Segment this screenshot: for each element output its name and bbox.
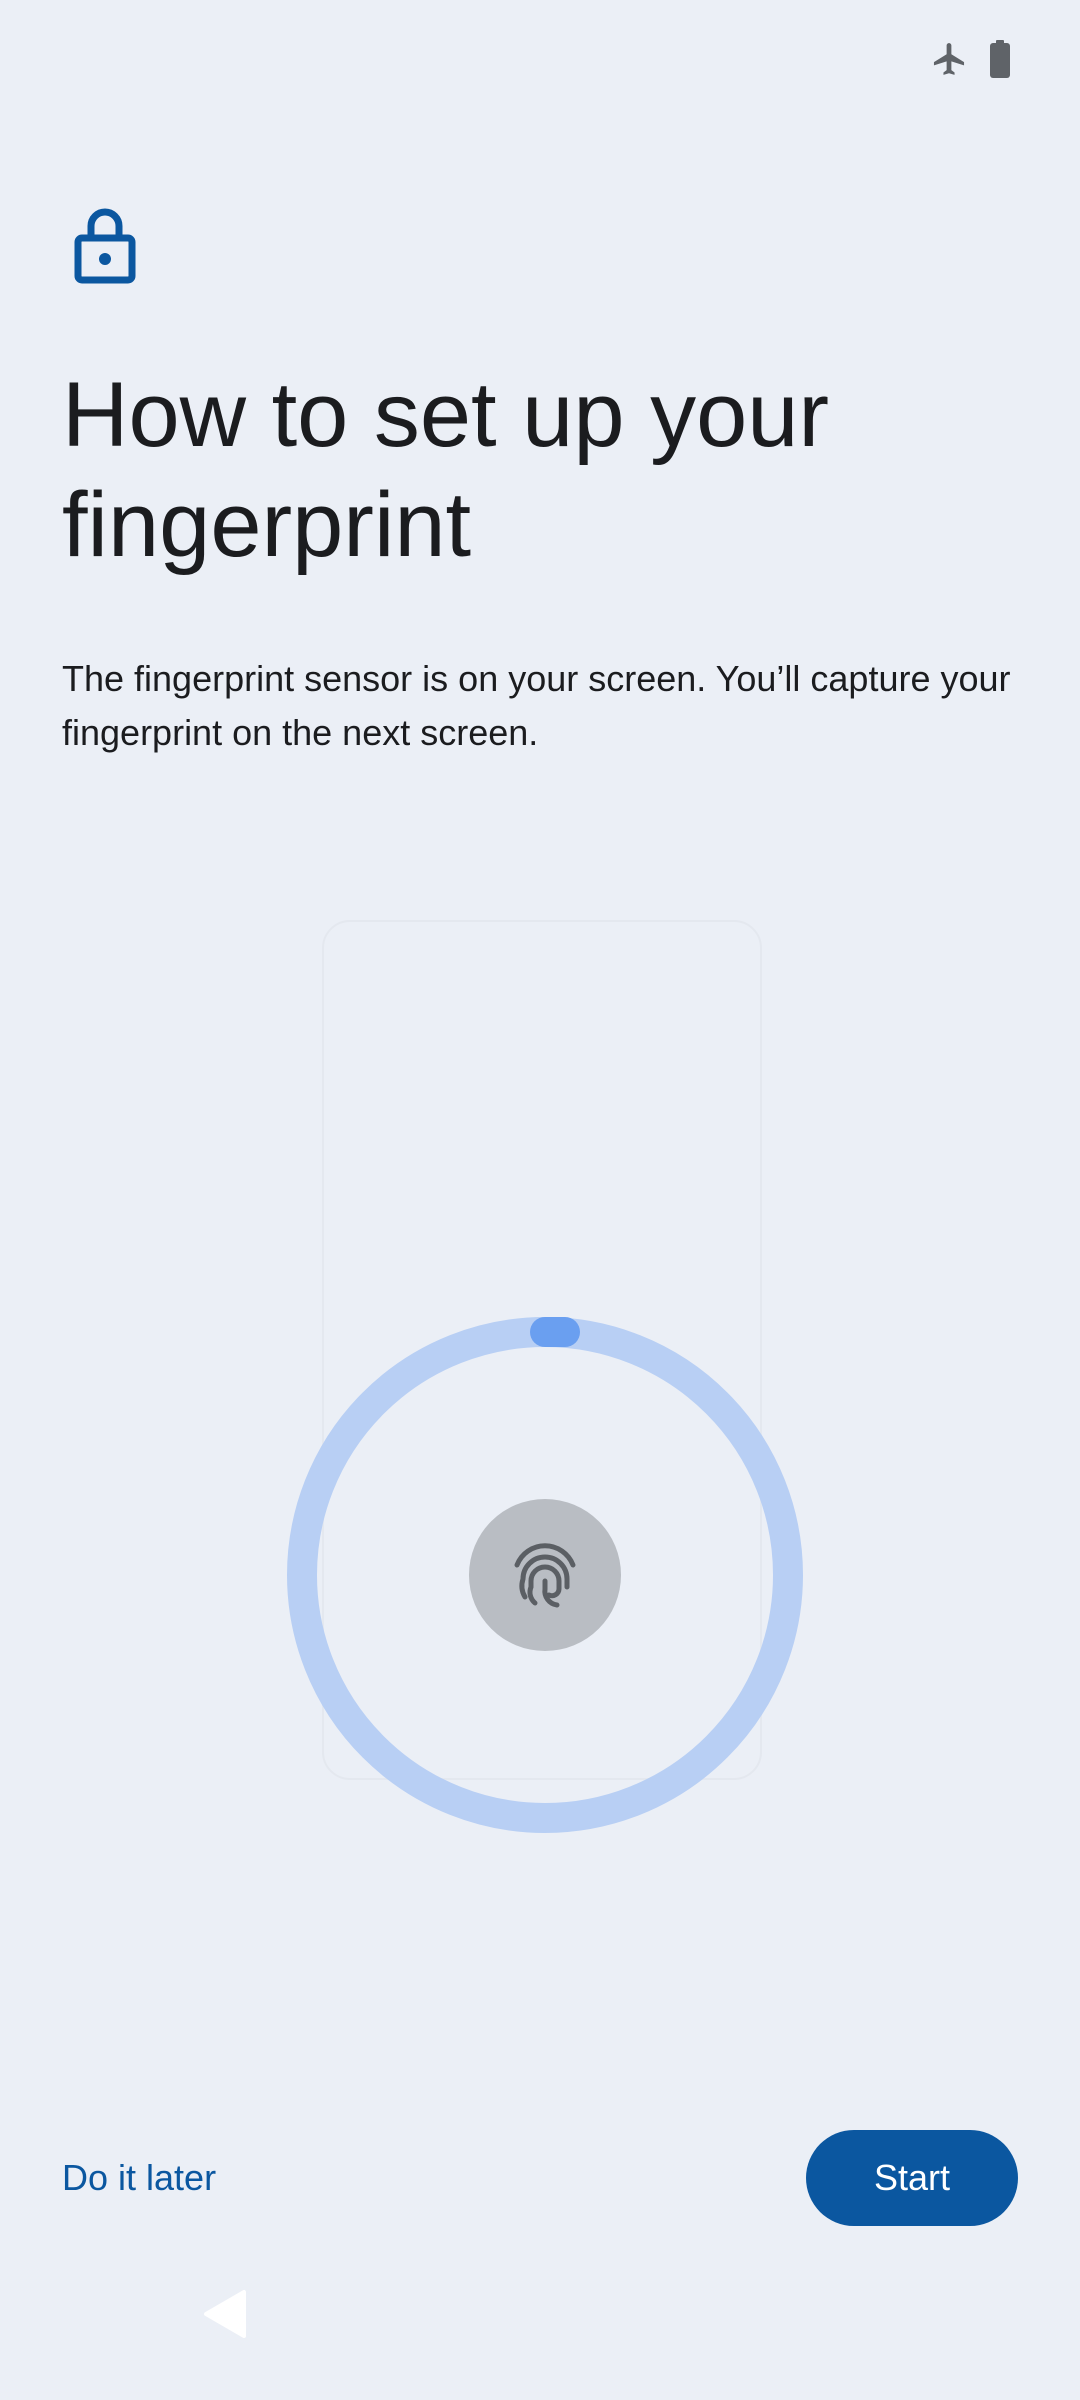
lock-icon: [74, 208, 136, 284]
page-description: The fingerprint sensor is on your screen…: [62, 658, 1011, 753]
page-title: How to set up your fingerprint: [62, 364, 830, 576]
status-icons: [930, 40, 1012, 78]
battery-icon: [990, 40, 1010, 78]
airplane-mode-icon: [933, 43, 965, 75]
back-icon[interactable]: [200, 2288, 252, 2340]
progress-indicator: [530, 1317, 580, 1347]
do-it-later-button[interactable]: Do it later: [62, 2148, 216, 2208]
fingerprint-illustration: [0, 900, 1080, 1850]
fingerprint-icon: [514, 1543, 576, 1608]
navigation-bar: [0, 2280, 1080, 2400]
start-button[interactable]: Start: [806, 2130, 1018, 2226]
fingerprint-sensor[interactable]: [469, 1499, 621, 1651]
status-bar: [0, 0, 1080, 120]
